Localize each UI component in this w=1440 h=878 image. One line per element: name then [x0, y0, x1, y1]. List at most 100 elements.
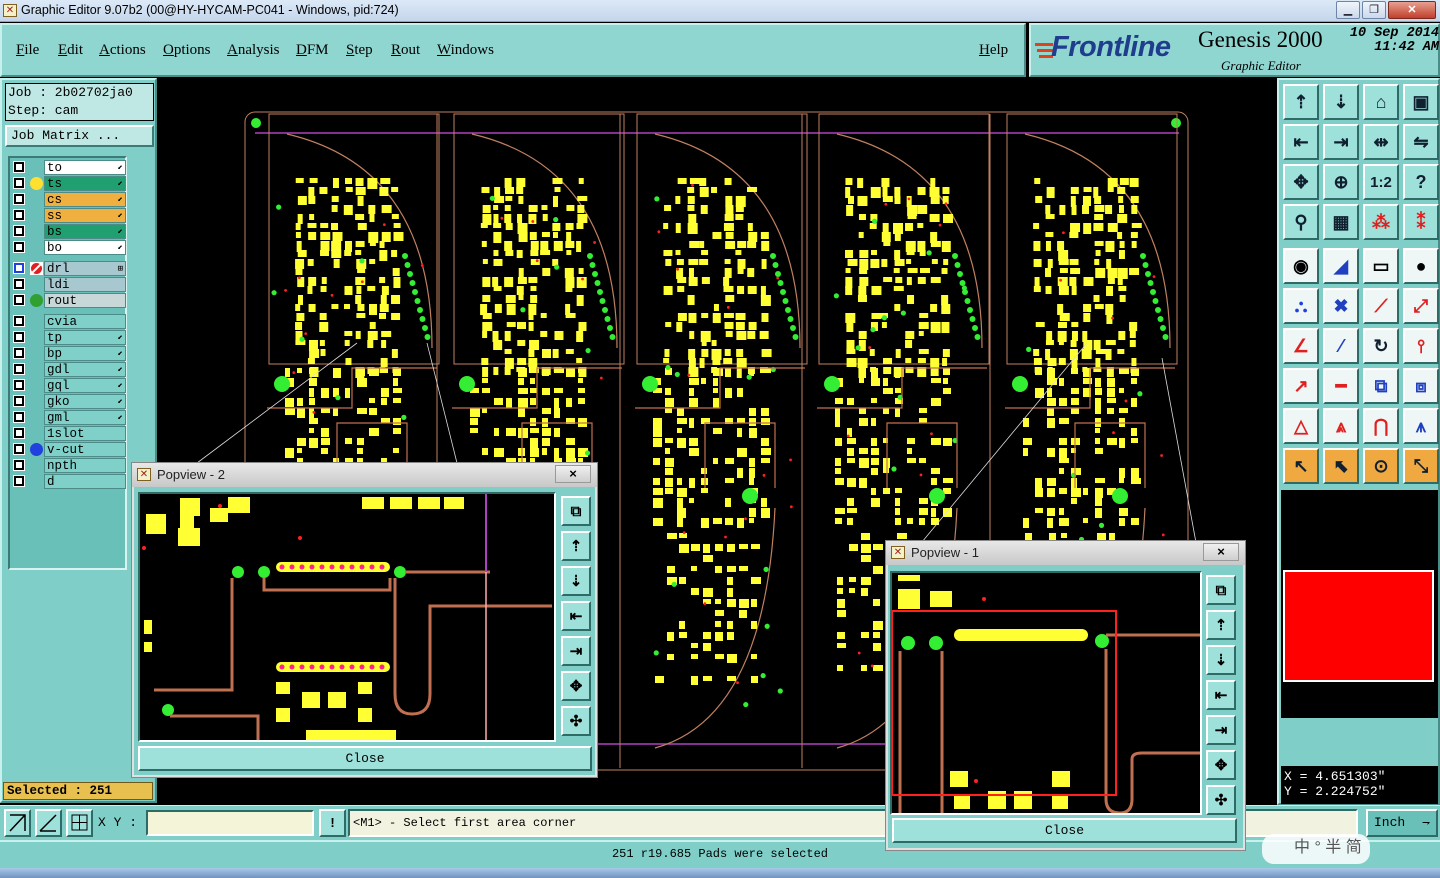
layer-name[interactable]: ldi [44, 277, 126, 292]
layer-name[interactable]: gql ⬋ [44, 378, 126, 393]
layer-checkbox[interactable] [13, 161, 25, 173]
popview-1-shrink-button[interactable]: ✣ [1206, 785, 1236, 815]
layer-checkbox[interactable] [13, 459, 25, 471]
layer-row-npth[interactable]: npth [11, 458, 126, 473]
layer-name[interactable]: bp ⬋ [44, 346, 126, 361]
layer-row-ts[interactable]: ts ⬋ [11, 176, 126, 191]
ime-indicator[interactable]: 中 ° 半 简 [1262, 834, 1370, 864]
layer-toggle-button[interactable]: ⁂ [1363, 204, 1399, 240]
layer-checkbox[interactable] [13, 278, 25, 290]
layer-checkbox[interactable] [13, 475, 25, 487]
layer-name[interactable]: npth [44, 458, 126, 473]
angle-button[interactable]: ∠ [1283, 328, 1319, 364]
select-button[interactable]: ⬉ [1323, 448, 1359, 484]
grid-button[interactable]: ▦ [1323, 204, 1359, 240]
help-button[interactable]: ? [1403, 164, 1439, 200]
flip-button[interactable]: ⇋ [1403, 124, 1439, 160]
menu-rout[interactable]: Rout [391, 42, 420, 59]
menu-help[interactable]: Help [979, 42, 1008, 59]
popview-2-titlebar[interactable]: ✕ Popview - 2 × [132, 463, 597, 487]
triangle-up-button[interactable]: ⩓ [1323, 408, 1359, 444]
popview-2-close-x[interactable]: × [555, 465, 591, 483]
window-button[interactable]: ▣ [1403, 84, 1439, 120]
layer-row-gdl[interactable]: gdl ⬋ [11, 362, 126, 377]
layer-checkbox[interactable] [13, 315, 25, 327]
cross-button[interactable]: ✖ [1323, 288, 1359, 324]
layer-row-gql[interactable]: gql ⬋ [11, 378, 126, 393]
menu-windows[interactable]: Windows [437, 42, 494, 59]
layer-name[interactable]: bs ⬋ [44, 224, 126, 239]
select-circle-button[interactable]: ⊙ [1363, 448, 1399, 484]
layer-name[interactable]: to ⬋ [44, 160, 126, 175]
measure-button[interactable] [35, 809, 62, 837]
zoom-home-button[interactable]: ⇡ [1283, 84, 1319, 120]
layer-row-bp[interactable]: bp ⬋ [11, 346, 126, 361]
job-matrix-button[interactable]: Job Matrix ... [5, 125, 154, 147]
pad-button[interactable]: ◉ [1283, 248, 1319, 284]
popview-2-zoom-out-button[interactable]: ⇣ [561, 566, 591, 596]
layer-checkbox[interactable] [13, 347, 25, 359]
popview-1-close-button[interactable]: Close [892, 818, 1237, 843]
layer-checkbox[interactable] [13, 379, 25, 391]
layer-name[interactable]: gml ⬋ [44, 410, 126, 425]
popview-2-view[interactable] [138, 492, 556, 742]
alert-button[interactable]: ! [319, 809, 346, 837]
triangle-button[interactable]: △ [1283, 408, 1319, 444]
copy-button[interactable]: ⧉ [1363, 368, 1399, 404]
menu-step[interactable]: Step [346, 42, 373, 59]
popview-1-close-x[interactable]: × [1203, 543, 1239, 561]
popview-2-pan-left-button[interactable]: ⇤ [561, 601, 591, 631]
menu-analysis[interactable]: Analysis [227, 42, 280, 59]
layer-name[interactable]: ts ⬋ [44, 176, 126, 191]
compass-button[interactable]: ⩚ [1403, 408, 1439, 444]
popview-2-shrink-button[interactable]: ✣ [561, 706, 591, 736]
layer-row-v-cut[interactable]: v-cut [11, 442, 126, 457]
pan-center-button[interactable]: ⇹ [1363, 124, 1399, 160]
layer-checkbox[interactable] [13, 177, 25, 189]
xy-input[interactable] [146, 810, 314, 836]
layer-name[interactable]: ss ⬋ [44, 208, 126, 223]
move-button[interactable]: ↗ [1283, 368, 1319, 404]
layer-row-bs[interactable]: bs ⬋ [11, 224, 126, 239]
measure-button[interactable]: ▭ [1363, 248, 1399, 284]
active-layer-color[interactable] [1283, 570, 1434, 682]
layer-row-gko[interactable]: gko ⬋ [11, 394, 126, 409]
layer-checkbox[interactable] [13, 193, 25, 205]
popview-1-zoom-in-button[interactable]: ⇡ [1206, 610, 1236, 640]
popview-1-pan-left-button[interactable]: ⇤ [1206, 680, 1236, 710]
zoom-fit-button[interactable]: ✥ [1283, 164, 1319, 200]
unit-selector[interactable]: Inch ⇁ [1366, 809, 1438, 837]
layer-checkbox[interactable] [13, 331, 25, 343]
layer-checkbox[interactable] [13, 241, 25, 253]
close-window-button[interactable]: ✕ [1388, 1, 1436, 19]
popview-2-pan-right-button[interactable]: ⇥ [561, 636, 591, 666]
layer-checkbox[interactable] [13, 443, 25, 455]
popview-2-zoom-in-button[interactable]: ⇡ [561, 531, 591, 561]
layer-name[interactable]: rout [44, 293, 126, 308]
layer-row-to[interactable]: to ⬋ [11, 160, 126, 175]
slash-button[interactable]: ⁄ [1323, 328, 1359, 364]
popview-1-view[interactable] [890, 571, 1202, 815]
layer-name[interactable]: gko ⬋ [44, 394, 126, 409]
snap-button[interactable]: ⚲ [1283, 204, 1319, 240]
rotate-button[interactable]: ↻ [1363, 328, 1399, 364]
popview-1-window[interactable]: ✕ Popview - 1 × ⧉ ⇡ ⇣ ⇤ ⇥ ✥ ✣ Close [885, 540, 1246, 851]
popview-1-pan-right-button[interactable]: ⇥ [1206, 715, 1236, 745]
popview-2-zoom-fit-button[interactable]: ⧉ [561, 496, 591, 526]
route-button[interactable]: ⟋ [1363, 288, 1399, 324]
layer-name[interactable]: cs ⬋ [44, 192, 126, 207]
layer-name[interactable]: d [44, 474, 126, 489]
menu-dfm[interactable]: DFM [296, 42, 329, 59]
menu-file[interactable]: File [16, 42, 39, 59]
layer-row-1slot[interactable]: 1slot [11, 426, 126, 441]
app-icon[interactable]: ✕ [3, 4, 17, 17]
layer-name[interactable]: bo ⬋ [44, 240, 126, 255]
layer-row-cvia[interactable]: cvia [11, 314, 126, 329]
layer-checkbox[interactable] [13, 395, 25, 407]
pointer-button[interactable]: ↖ [1283, 448, 1319, 484]
layer-row-ldi[interactable]: ldi [11, 277, 126, 292]
circle-button[interactable]: ● [1403, 248, 1439, 284]
zoom-center-button[interactable]: ⊕ [1323, 164, 1359, 200]
layer-row-ss[interactable]: ss ⬋ [11, 208, 126, 223]
layer-name[interactable]: tp ⬋ [44, 330, 126, 345]
